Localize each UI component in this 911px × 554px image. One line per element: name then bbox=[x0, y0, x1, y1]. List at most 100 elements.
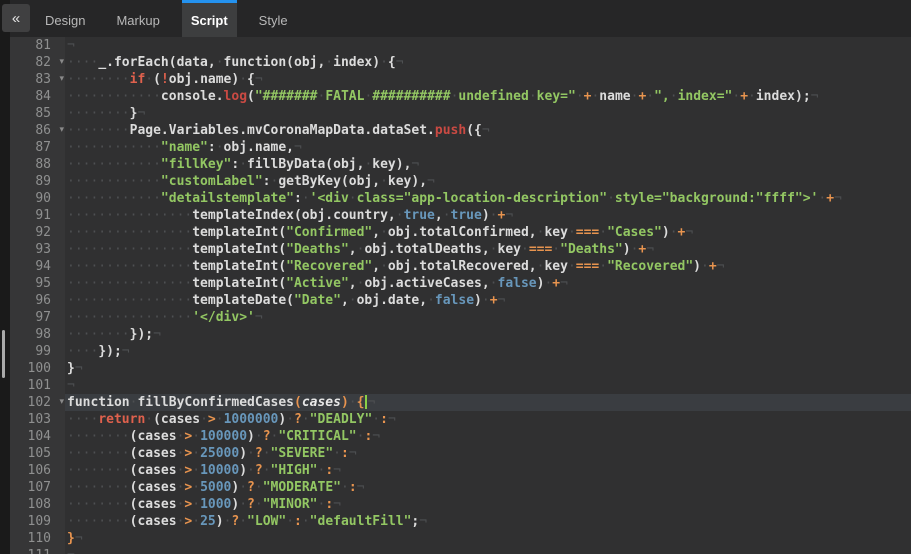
token: "Recovered" bbox=[286, 259, 372, 274]
token: obj.totalDeaths, bbox=[364, 242, 489, 257]
tab-markup[interactable]: Markup bbox=[107, 0, 168, 37]
whitespace-dots: ···· bbox=[67, 344, 98, 359]
whitespace-dots: ········ bbox=[67, 497, 130, 512]
whitespace-dots: · bbox=[255, 429, 263, 444]
code-line-96[interactable]: 96················templateDate("Date",·o… bbox=[10, 292, 911, 309]
code-text: function·fillByConfirmedCases(cases)·{¬ bbox=[65, 394, 911, 411]
code-line-81[interactable]: 81¬ bbox=[10, 37, 911, 54]
eol-mark: ¬ bbox=[67, 38, 75, 53]
token: ) bbox=[693, 259, 701, 274]
eol-mark: ¬ bbox=[349, 446, 357, 461]
whitespace-dots: · bbox=[380, 55, 388, 70]
eol-mark: ¬ bbox=[333, 497, 341, 512]
line-number: 95 bbox=[10, 275, 65, 292]
whitespace-dots: · bbox=[255, 497, 263, 512]
code-line-87[interactable]: 87············"name":·obj.name,¬ bbox=[10, 139, 911, 156]
token: }); bbox=[130, 327, 153, 342]
line-number: 110 bbox=[10, 530, 65, 547]
code-line-85[interactable]: 85········}¬ bbox=[10, 105, 911, 122]
whitespace-dots: · bbox=[302, 191, 310, 206]
eol-mark: ¬ bbox=[498, 293, 506, 308]
code-line-101[interactable]: 101¬ bbox=[10, 377, 911, 394]
line-number: 88 bbox=[10, 156, 65, 173]
code-text: ········(cases·>·100000)·?·"CRITICAL"·:¬ bbox=[65, 428, 911, 445]
line-number: 90 bbox=[10, 190, 65, 207]
whitespace-dots: · bbox=[529, 89, 537, 104]
line-number: 86▾ bbox=[10, 122, 65, 139]
eol-mark: ¬ bbox=[255, 72, 263, 87]
code-line-102[interactable]: 102▾function·fillByConfirmedCases(cases)… bbox=[10, 394, 911, 411]
code-text: ········(cases·>·5000)·?·"MODERATE"·:¬ bbox=[65, 479, 911, 496]
code-line-92[interactable]: 92················templateInt("Confirmed… bbox=[10, 224, 911, 241]
whitespace-dots: · bbox=[490, 242, 498, 257]
token: , bbox=[435, 208, 443, 223]
code-line-103[interactable]: 103····return·(cases·>·1000000)·?·"DEADL… bbox=[10, 411, 911, 428]
token: , bbox=[349, 242, 357, 257]
code-line-82[interactable]: 82▾····_.forEach(data,·function(obj,·ind… bbox=[10, 54, 911, 71]
code-line-84[interactable]: 84············console.log("#######·FATAL… bbox=[10, 88, 911, 105]
eol-mark: ¬ bbox=[411, 157, 419, 172]
code-line-95[interactable]: 95················templateInt("Active",·… bbox=[10, 275, 911, 292]
code-text: ················templateIndex(obj.countr… bbox=[65, 207, 911, 224]
scrollbar-thumb[interactable] bbox=[2, 330, 5, 378]
whitespace-dots: · bbox=[192, 480, 200, 495]
code-line-97[interactable]: 97················'</div>'¬ bbox=[10, 309, 911, 326]
whitespace-dots: · bbox=[263, 446, 271, 461]
code-line-98[interactable]: 98········});¬ bbox=[10, 326, 911, 343]
tab-script[interactable]: Script bbox=[182, 0, 237, 37]
eol-mark: ¬ bbox=[294, 140, 302, 155]
eol-mark: ¬ bbox=[367, 395, 375, 410]
code-line-105[interactable]: 105········(cases·>·25000)·?·"SEVERE"·:¬ bbox=[10, 445, 911, 462]
whitespace-dots: ················ bbox=[67, 276, 192, 291]
token: "MINOR" bbox=[263, 497, 318, 512]
code-line-86[interactable]: 86▾········Page.Variables.mvCoronaMapDat… bbox=[10, 122, 911, 139]
code-line-91[interactable]: 91················templateIndex(obj.coun… bbox=[10, 207, 911, 224]
token: return bbox=[98, 412, 145, 427]
code-text: ····});¬ bbox=[65, 343, 911, 360]
eol-mark: ¬ bbox=[67, 378, 75, 393]
code-text: ········(cases·>·10000)·?·"HIGH"·:¬ bbox=[65, 462, 911, 479]
token: FATAL bbox=[325, 89, 364, 104]
whitespace-dots: · bbox=[302, 412, 310, 427]
code-line-106[interactable]: 106········(cases·>·10000)·?·"HIGH"·:¬ bbox=[10, 462, 911, 479]
token: ) bbox=[239, 463, 247, 478]
fold-toggle-icon[interactable]: ▾ bbox=[59, 72, 64, 87]
whitespace-dots: · bbox=[568, 259, 576, 274]
token: ? bbox=[247, 480, 255, 495]
code-line-89[interactable]: 89············"customLabel":·getByKey(ob… bbox=[10, 173, 911, 190]
code-line-88[interactable]: 88············"fillKey":·fillByData(obj,… bbox=[10, 156, 911, 173]
code-line-99[interactable]: 99····});¬ bbox=[10, 343, 911, 360]
line-number: 82▾ bbox=[10, 54, 65, 71]
code-line-110[interactable]: 110}¬ bbox=[10, 530, 911, 547]
token: style="background:"ffff">' bbox=[615, 191, 819, 206]
code-line-94[interactable]: 94················templateInt("Recovered… bbox=[10, 258, 911, 275]
line-number: 99 bbox=[10, 343, 65, 360]
token: ) bbox=[474, 293, 482, 308]
fold-toggle-icon[interactable]: ▾ bbox=[59, 123, 64, 138]
token: '<div bbox=[310, 191, 349, 206]
code-line-90[interactable]: 90············"detailstemplate":·'<div·c… bbox=[10, 190, 911, 207]
tab-style[interactable]: Style bbox=[250, 0, 297, 37]
collapse-panel-button[interactable]: « bbox=[2, 4, 30, 32]
code-line-100[interactable]: 100}¬ bbox=[10, 360, 911, 377]
line-number: 89 bbox=[10, 173, 65, 190]
code-line-108[interactable]: 108········(cases·>·1000)·?·"MINOR"·:¬ bbox=[10, 496, 911, 513]
token: ) bbox=[216, 514, 224, 529]
code-line-104[interactable]: 104········(cases·>·100000)·?·"CRITICAL"… bbox=[10, 428, 911, 445]
token: class="app-location-description" bbox=[357, 191, 607, 206]
script-code-editor[interactable]: 81¬82▾····_.forEach(data,·function(obj,·… bbox=[10, 37, 911, 554]
whitespace-dots: ················ bbox=[67, 259, 192, 274]
fold-toggle-icon[interactable]: ▾ bbox=[59, 55, 64, 70]
code-line-83[interactable]: 83▾········if·(!obj.name)·{¬ bbox=[10, 71, 911, 88]
code-line-93[interactable]: 93················templateInt("Deaths",·… bbox=[10, 241, 911, 258]
whitespace-dots: · bbox=[380, 259, 388, 274]
code-line-111[interactable]: 111¬ bbox=[10, 547, 911, 554]
whitespace-dots: ············ bbox=[67, 157, 161, 172]
code-text: ················templateInt("Recovered",… bbox=[65, 258, 911, 275]
fold-toggle-icon[interactable]: ▾ bbox=[59, 395, 64, 410]
whitespace-dots: ········ bbox=[67, 123, 130, 138]
tab-design[interactable]: Design bbox=[36, 0, 94, 37]
code-line-109[interactable]: 109········(cases·>·25)·?·"LOW"·:·"defau… bbox=[10, 513, 911, 530]
code-line-107[interactable]: 107········(cases·>·5000)·?·"MODERATE"·:… bbox=[10, 479, 911, 496]
token: "LOW" bbox=[247, 514, 286, 529]
